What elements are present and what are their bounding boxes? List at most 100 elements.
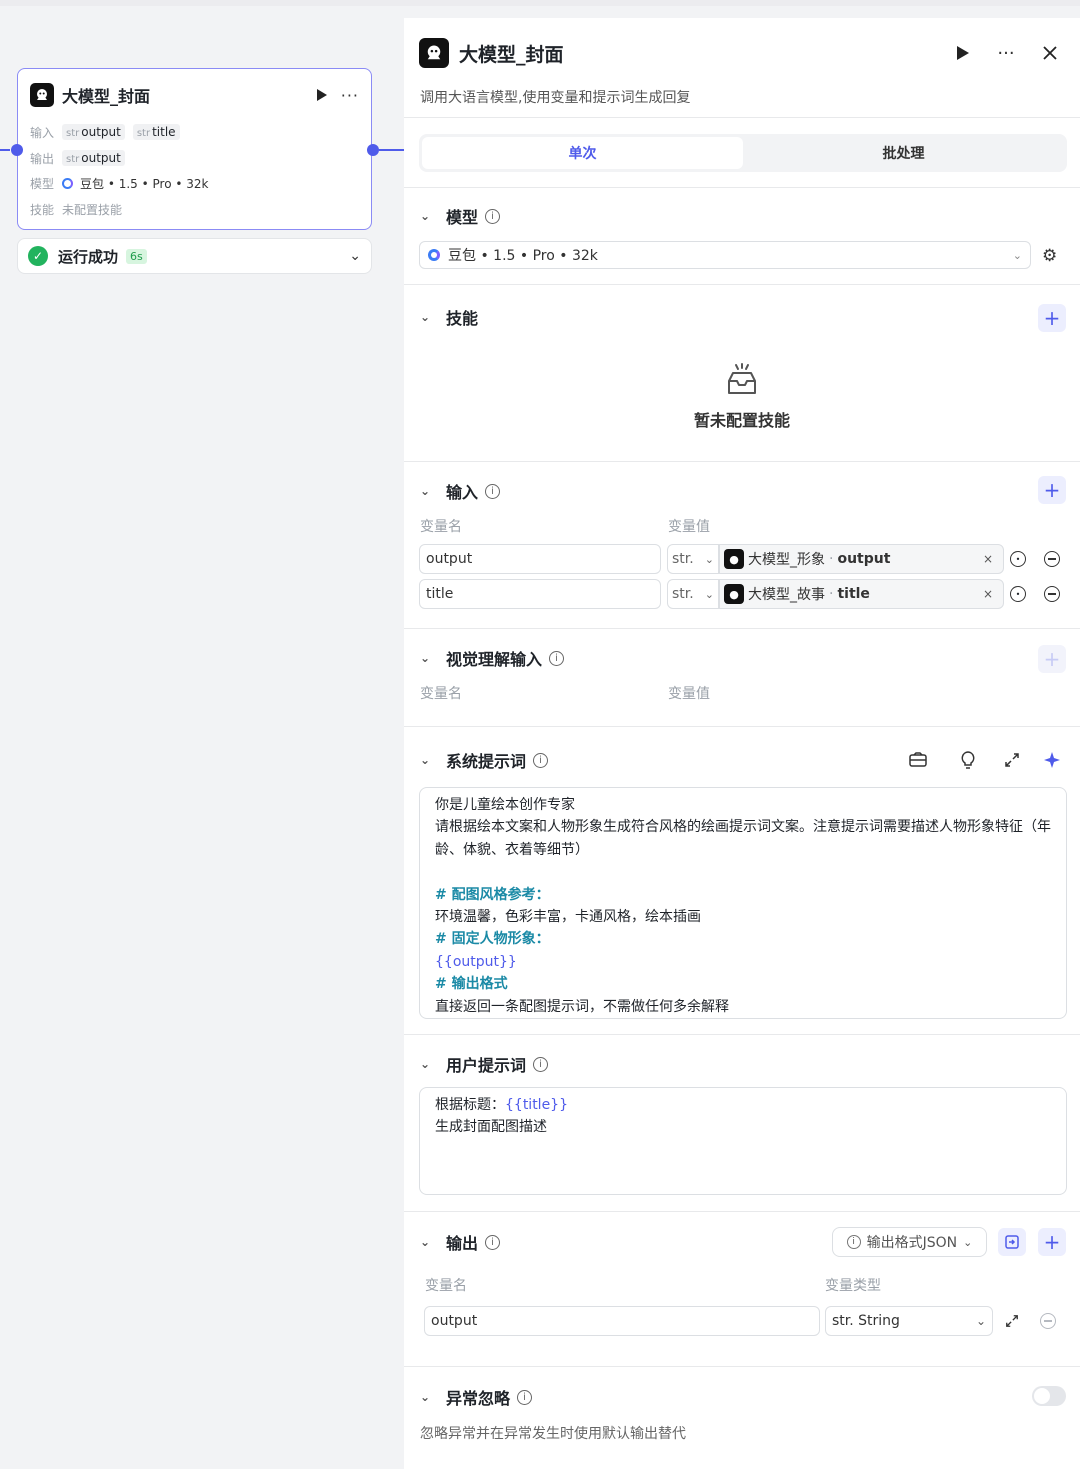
info-icon[interactable]: i (533, 1056, 549, 1072)
gear-icon[interactable]: ⚙ (1042, 246, 1057, 266)
chevron-down-icon[interactable]: ⌄ (420, 484, 434, 498)
model-label: 模型 (30, 176, 55, 191)
model-section-header[interactable]: ⌄ 模型 i (420, 204, 501, 228)
skills-section-header[interactable]: ⌄ 技能 (420, 305, 478, 329)
input-chip: str output (62, 124, 125, 140)
import-icon[interactable] (998, 1228, 1026, 1256)
clear-icon[interactable]: × (983, 552, 993, 566)
skill-label: 技能 (30, 202, 55, 217)
chevron-down-icon[interactable]: ⌄ (420, 753, 434, 767)
prompt-library-icon[interactable] (907, 749, 929, 771)
chevron-down-icon[interactable]: ⌄ (420, 1057, 434, 1071)
info-icon[interactable]: i (485, 483, 501, 499)
input-chip: str title (132, 124, 180, 140)
column-label: 变量值 (668, 686, 710, 702)
input-type-select[interactable]: str. ⌄ (667, 544, 719, 574)
info-icon[interactable]: i (549, 650, 565, 666)
info-icon[interactable]: i (485, 1234, 501, 1250)
run-icon[interactable] (313, 86, 331, 104)
user-prompt-section-header[interactable]: ⌄ 用户提示词 i (420, 1052, 549, 1076)
input-name-field[interactable]: output (419, 544, 661, 574)
doubao-icon (428, 249, 440, 261)
tab-single[interactable]: 单次 (422, 137, 743, 169)
panel-description: 调用大语言模型,使用变量和提示词生成回复 (420, 90, 691, 106)
inputs-section-header[interactable]: ⌄ 输入 i (420, 479, 501, 503)
more-icon[interactable]: ··· (341, 86, 359, 105)
user-prompt-text: 根据标题： (435, 1097, 505, 1113)
input-reference-field[interactable]: ● 大模型_形象 · output × (719, 544, 1004, 574)
chevron-down-icon: ⌄ (1012, 248, 1022, 262)
section-title: 异常忽略 (446, 1389, 511, 1408)
system-prompt-line: 你是儿童绘本创作专家 (435, 797, 575, 813)
exception-toggle[interactable] (1032, 1386, 1066, 1406)
empty-box-icon (728, 363, 756, 394)
more-icon[interactable]: ··· (991, 38, 1021, 68)
input-port[interactable] (11, 144, 23, 156)
output-name-field[interactable]: output (424, 1306, 820, 1336)
output-format-button[interactable]: i 输出格式JSON ⌄ (832, 1227, 987, 1257)
mode-tabs: 单次 批处理 (419, 134, 1067, 172)
remove-row-icon[interactable] (1040, 1313, 1056, 1329)
divider (404, 1034, 1080, 1035)
section-title: 模型 (446, 208, 479, 227)
tab-batch[interactable]: 批处理 (743, 137, 1064, 169)
chevron-down-icon[interactable]: ⌄ (420, 1390, 434, 1404)
system-prompt-section-header[interactable]: ⌄ 系统提示词 i (420, 748, 549, 772)
success-check-icon: ✓ (28, 246, 48, 266)
llm-node-card[interactable]: 大模型_封面 ··· 输入 str output str title 输出 str o… (17, 68, 372, 230)
add-input-button[interactable]: + (1038, 476, 1066, 504)
section-title: 技能 (446, 309, 479, 328)
add-vision-input-button[interactable]: + (1038, 645, 1066, 673)
expand-icon[interactable] (1001, 1310, 1023, 1332)
section-title: 输出 (446, 1234, 479, 1253)
info-icon[interactable]: i (485, 208, 501, 224)
expand-icon[interactable] (1001, 749, 1023, 771)
llm-logo-icon (419, 38, 449, 68)
info-icon[interactable]: i (517, 1389, 533, 1405)
input-type-select[interactable]: str. ⌄ (667, 579, 719, 609)
ref-field-name: title (837, 586, 870, 602)
outgoing-edge (379, 149, 404, 151)
divider (404, 1366, 1080, 1367)
exception-description: 忽略异常并在异常发生时使用默认输出替代 (420, 1426, 686, 1442)
divider (404, 726, 1080, 727)
exception-section-header[interactable]: ⌄ 异常忽略 i (420, 1385, 533, 1409)
output-chip: str output (62, 150, 125, 166)
output-port[interactable] (367, 144, 379, 156)
close-icon[interactable] (1035, 38, 1065, 68)
chevron-down-icon[interactable]: ⌄ (420, 310, 434, 324)
llm-logo-icon: ● (724, 584, 744, 604)
target-icon[interactable]: • (1010, 551, 1026, 567)
target-icon[interactable]: • (1010, 586, 1026, 602)
vision-inputs-section-header[interactable]: ⌄ 视觉理解输入 i (420, 646, 565, 670)
ai-sparkle-icon[interactable] (1041, 749, 1063, 771)
system-prompt-line: 请根据绘本文案和人物形象生成符合风格的绘画提示词文案。注意提示词需要描述人物形象… (435, 819, 1051, 858)
run-status-bar[interactable]: ✓ 运行成功 6s ⌄ (17, 238, 372, 274)
outputs-section-header[interactable]: ⌄ 输出 i (420, 1230, 501, 1254)
column-label: 变量名 (425, 1278, 467, 1294)
user-prompt-text: 生成封面配图描述 (435, 1119, 547, 1136)
clear-icon[interactable]: × (983, 587, 993, 601)
add-skill-button[interactable]: + (1038, 304, 1066, 332)
system-prompt-editor[interactable]: 你是儿童绘本创作专家请根据绘本文案和人物形象生成符合风格的绘画提示词文案。注意提… (419, 787, 1067, 1019)
add-output-button[interactable]: + (1038, 1228, 1066, 1256)
info-icon[interactable]: i (533, 752, 549, 768)
chevron-down-icon[interactable]: ⌄ (420, 1235, 434, 1249)
llm-logo-icon: ● (724, 549, 744, 569)
remove-row-icon[interactable] (1044, 586, 1060, 602)
output-type-select[interactable]: str. String ⌄ (825, 1306, 993, 1336)
node-skill-row: 技能 未配置技能 (30, 199, 122, 219)
ref-field-name: output (837, 551, 891, 567)
model-select[interactable]: 豆包 • 1.5 • Pro • 32k ⌄ (419, 241, 1031, 269)
divider (404, 461, 1080, 462)
input-reference-field[interactable]: ● 大模型_故事 · title × (719, 579, 1004, 609)
lightbulb-icon[interactable] (957, 749, 979, 771)
user-prompt-editor[interactable]: 根据标题：{{title}} 生成封面配图描述 (419, 1087, 1067, 1195)
chevron-down-icon[interactable]: ⌄ (420, 651, 434, 665)
panel-title[interactable]: 大模型_封面 (459, 40, 933, 67)
remove-row-icon[interactable] (1044, 551, 1060, 567)
chevron-down-icon[interactable]: ⌄ (420, 209, 434, 223)
input-name-field[interactable]: title (419, 579, 661, 609)
chevron-down-icon[interactable]: ⌄ (349, 248, 361, 264)
run-icon[interactable] (947, 38, 977, 68)
